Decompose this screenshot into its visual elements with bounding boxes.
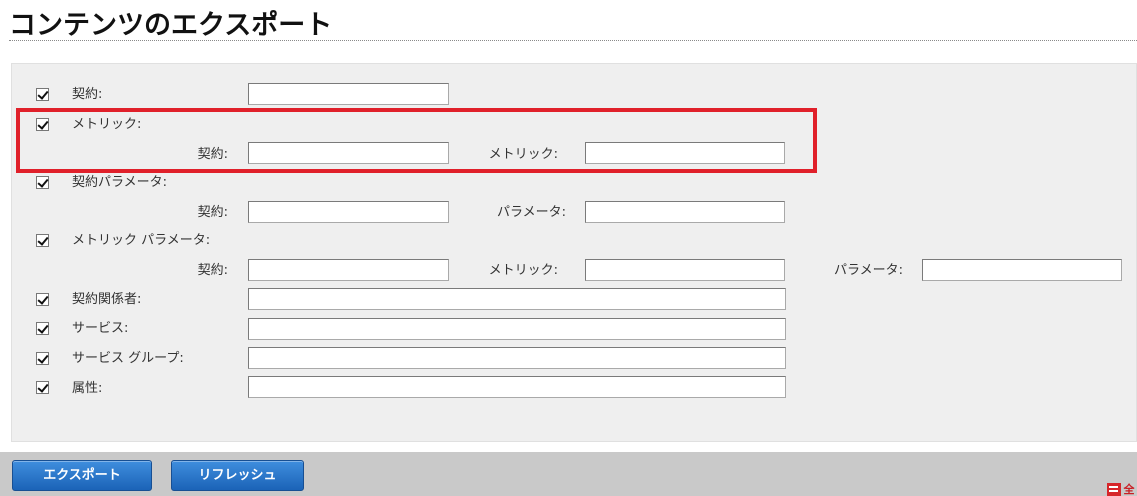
service-field[interactable]	[248, 318, 786, 340]
contract-param-contract-field[interactable]	[248, 201, 449, 223]
label-contract-param-contract: 契約:	[197, 205, 228, 220]
metric-param-param-field[interactable]	[922, 259, 1122, 281]
label-metric-metric: メトリック:	[488, 147, 558, 162]
checkbox-service-group[interactable]	[36, 352, 49, 365]
checkbox-contract[interactable]	[36, 88, 49, 101]
label-service-group: サービス グループ:	[72, 351, 184, 366]
label-contract: 契約:	[72, 87, 103, 102]
metric-metric-field[interactable]	[585, 142, 785, 164]
checkbox-service[interactable]	[36, 322, 49, 335]
checkbox-attribute[interactable]	[36, 381, 49, 394]
label-metric-param-param: パラメータ:	[834, 263, 903, 278]
label-metric-param-contract: 契約:	[197, 263, 228, 278]
label-attribute: 属性:	[72, 381, 103, 396]
export-button[interactable]: エクスポート	[12, 460, 152, 491]
checkbox-contract-param[interactable]	[36, 176, 49, 189]
label-metric: メトリック:	[72, 117, 142, 132]
contract-param-param-field[interactable]	[585, 201, 785, 223]
label-metric-contract: 契約:	[197, 147, 228, 162]
label-contract-param-param: パラメータ:	[497, 205, 566, 220]
page-title: コンテンツのエクスポート	[9, 10, 333, 41]
metric-contract-field[interactable]	[248, 142, 449, 164]
service-group-field[interactable]	[248, 347, 786, 369]
label-metric-param-metric: メトリック:	[488, 263, 558, 278]
fullwidth-indicator-icon: 全	[1121, 483, 1137, 496]
metric-param-metric-field[interactable]	[585, 259, 785, 281]
refresh-button[interactable]: リフレッシュ	[171, 460, 304, 491]
metric-param-contract-field[interactable]	[248, 259, 449, 281]
stakeholder-field[interactable]	[248, 288, 786, 310]
label-contract-param: 契約パラメータ:	[72, 175, 167, 190]
checkbox-stakeholder[interactable]	[36, 293, 49, 306]
checkbox-metric[interactable]	[36, 118, 49, 131]
contract-field[interactable]	[248, 83, 449, 105]
flag-icon	[1107, 483, 1121, 496]
attribute-field[interactable]	[248, 376, 786, 398]
label-stakeholder: 契約関係者:	[72, 292, 142, 307]
label-service: サービス:	[72, 321, 129, 336]
checkbox-metric-param[interactable]	[36, 234, 49, 247]
label-metric-param: メトリック パラメータ:	[72, 233, 211, 248]
title-divider	[9, 40, 1137, 41]
